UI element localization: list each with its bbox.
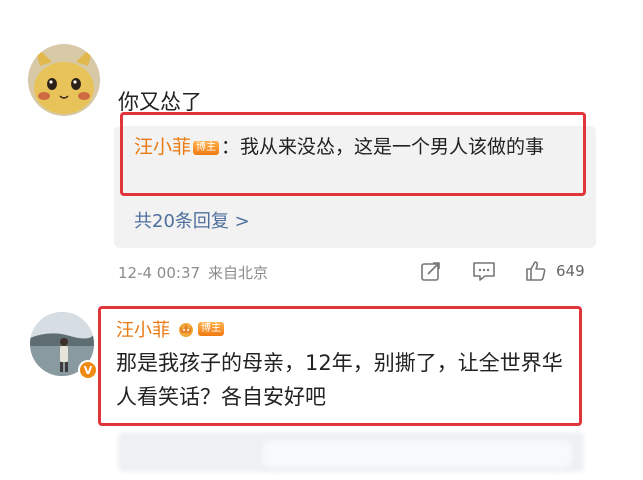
like-count: 649 [556,262,585,280]
thumbs-up-icon [526,261,546,281]
member-badge: 博主 [176,320,226,338]
comment-meta: 12-4 00:37 来自北京 [118,262,276,283]
author-name[interactable]: 汪小菲 [116,316,170,342]
comment-location: 来自北京 [208,264,269,282]
blogger-badge: 博主 [198,322,224,336]
share-icon [421,262,440,281]
comment-button[interactable] [472,258,496,284]
share-button[interactable] [420,258,442,284]
comment-date: 12-4 00:37 [118,264,201,282]
blurred-content [262,440,572,468]
user-avatar[interactable]: V [30,312,98,380]
comment-author[interactable]: 汪小菲 博主 [116,316,226,342]
like-button[interactable]: 649 [524,258,585,284]
reply-author[interactable]: 汪小菲 [134,136,191,158]
crown-icon [179,323,193,337]
view-replies-link[interactable]: 共20条回复 > [134,207,250,233]
reply-body: ：我从来没怂，这是一个男人该做的事 [221,136,545,158]
reply-text: 汪小菲 博主 ：我从来没怂，这是一个男人该做的事 [134,132,574,162]
blogger-badge: 博主 [193,141,220,155]
user-avatar[interactable] [28,44,100,116]
comment-icon [473,262,495,281]
username-blurred[interactable] [118,50,228,70]
verified-badge-icon: V [78,360,98,380]
pikachu-avatar-icon [28,44,100,116]
comment-text: 那是我孩子的母亲，12年，别撕了，让全世界华人看笑话？各自安好吧 [116,351,563,409]
